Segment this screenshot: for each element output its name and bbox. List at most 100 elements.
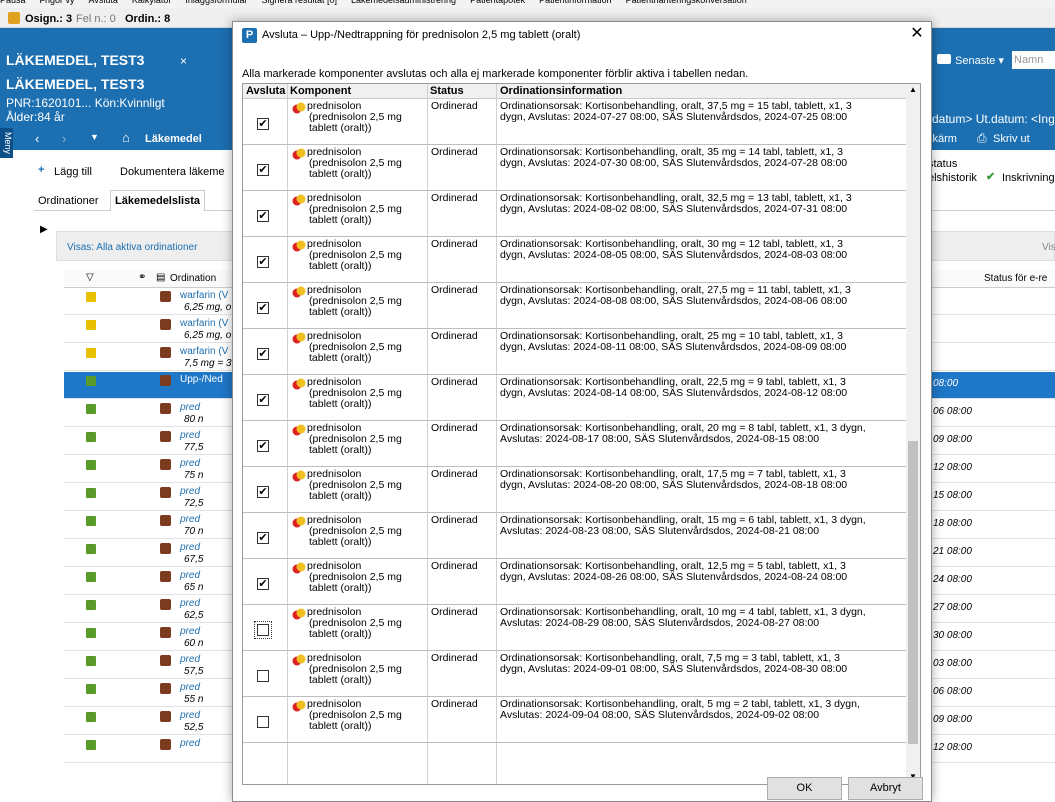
row-drug[interactable]: pred: [180, 626, 200, 637]
scrollbar-thumb[interactable]: [908, 441, 918, 744]
close-icon[interactable]: ✕: [908, 25, 926, 43]
row-dose: 65 n: [184, 582, 204, 593]
table-row[interactable]: ✔ prednisolon (prednisolon 2,5 mg tablett (…: [243, 284, 906, 329]
table-row[interactable]: prednisolon (prednisolon 2,5 mg tablett (o…: [243, 698, 906, 743]
row-drug[interactable]: warfarin (V: [180, 346, 228, 357]
print-icon[interactable]: ⎙: [977, 131, 987, 146]
top-menu-items[interactable]: Pausa Frigör vy Avsluta Kalkylator Inläggsfo…: [0, 0, 761, 5]
col-status[interactable]: Status: [430, 85, 464, 97]
row-drug[interactable]: pred: [180, 570, 200, 581]
terminate-checkbox[interactable]: ✔: [257, 118, 269, 130]
top-menu-item[interactable]: Patientinformation: [539, 0, 612, 5]
terminate-checkbox[interactable]: ✔: [257, 210, 269, 222]
order-info-text: dygn, Avslutas: 2024-07-27 08:00, SÄS Sl…: [500, 111, 848, 123]
row-drug[interactable]: warfarin (V: [180, 318, 228, 329]
trend-icon: [86, 712, 96, 722]
col-komponent[interactable]: Komponent: [290, 85, 351, 97]
row-drug[interactable]: pred: [180, 710, 200, 721]
ordin-counter[interactable]: Ordin.: 8: [125, 13, 170, 25]
row-drug[interactable]: warfarin (V: [180, 290, 228, 301]
forward-icon[interactable]: ›: [62, 131, 66, 146]
dropdown-icon[interactable]: ▼: [90, 132, 99, 142]
row-drug[interactable]: pred: [180, 458, 200, 469]
col-avsluta[interactable]: Avsluta: [246, 85, 285, 97]
terminate-checkbox[interactable]: ✔: [257, 164, 269, 176]
ok-button[interactable]: OK: [767, 777, 842, 800]
row-drug[interactable]: pred: [180, 738, 200, 749]
scroll-up-icon[interactable]: ▲: [909, 85, 917, 94]
table-row[interactable]: ✔ prednisolon (prednisolon 2,5 mg tablett (…: [243, 468, 906, 513]
top-menu-item[interactable]: Avsluta: [89, 0, 118, 5]
add-button[interactable]: Lägg till: [54, 166, 92, 178]
patient-tab-title[interactable]: LÄKEMEDEL, TEST3: [6, 52, 144, 68]
table-row[interactable]: ✔ prednisolon (prednisolon 2,5 mg tablett (…: [243, 100, 906, 145]
terminate-checkbox[interactable]: ✔: [257, 532, 269, 544]
name-search-input[interactable]: Namn: [1012, 51, 1055, 69]
side-menu[interactable]: Meny: [0, 128, 13, 158]
history-link[interactable]: elshistorik: [928, 172, 977, 184]
table-row[interactable]: ✔ prednisolon (prednisolon 2,5 mg tablett (…: [243, 192, 906, 237]
terminate-checkbox[interactable]: [257, 716, 269, 728]
component-text: tablett (oralt)): [309, 260, 372, 272]
col-ordination[interactable]: Ordination: [170, 273, 216, 284]
home-icon[interactable]: ⌂: [122, 130, 130, 145]
terminate-checkbox[interactable]: [254, 621, 272, 639]
terminate-checkbox[interactable]: [257, 670, 269, 682]
osign-counter[interactable]: Osign.: 3: [25, 13, 72, 25]
row-dose: 77,5: [184, 442, 204, 453]
terminate-checkbox[interactable]: ✔: [257, 486, 269, 498]
table-row[interactable]: ✔ prednisolon (prednisolon 2,5 mg tablett (…: [243, 376, 906, 421]
table-row[interactable]: prednisolon (prednisolon 2,5 mg tablett (o…: [243, 606, 906, 651]
top-menu-item[interactable]: Signera resultat [0]: [261, 0, 337, 5]
terminate-checkbox[interactable]: ✔: [257, 394, 269, 406]
filter-vis: Vis: [1042, 242, 1055, 253]
terminate-checkbox[interactable]: ✔: [257, 440, 269, 452]
table-row[interactable]: ✔ prednisolon (prednisolon 2,5 mg tablett (…: [243, 560, 906, 605]
expand-arrow-icon[interactable]: ▶: [40, 224, 48, 235]
table-row[interactable]: prednisolon (prednisolon 2,5 mg tablett (o…: [243, 652, 906, 697]
col-ordinationsinformation[interactable]: Ordinationsinformation: [500, 85, 622, 97]
document-button[interactable]: Dokumentera läkeme: [120, 166, 225, 178]
row-drug[interactable]: pred: [180, 598, 200, 609]
row-drug[interactable]: pred: [180, 402, 200, 413]
col-status-e[interactable]: Status för e-re: [984, 273, 1047, 284]
app-icon: P: [242, 28, 257, 43]
inskrivning-link[interactable]: Inskrivning: [1002, 172, 1055, 184]
terminate-checkbox[interactable]: ✔: [257, 302, 269, 314]
top-menu-item[interactable]: Inläggsformulär: [185, 0, 247, 5]
table-row[interactable]: ✔ prednisolon (prednisolon 2,5 mg tablett (…: [243, 238, 906, 283]
add-icon[interactable]: +: [38, 164, 44, 176]
row-drug[interactable]: pred: [180, 682, 200, 693]
top-menu-item[interactable]: Kalkylator: [132, 0, 172, 5]
tab-close-icon[interactable]: ×: [180, 54, 187, 68]
tab-lakemedelslista[interactable]: Läkemedelslista: [110, 190, 205, 211]
print-button[interactable]: Skriv ut: [993, 133, 1030, 145]
terminate-checkbox[interactable]: ✔: [257, 256, 269, 268]
terminate-checkbox[interactable]: ✔: [257, 348, 269, 360]
fel-counter[interactable]: Fel n.: 0: [76, 13, 116, 25]
top-menu-item[interactable]: Patientapotek: [470, 0, 525, 5]
table-row[interactable]: ✔ prednisolon (prednisolon 2,5 mg tablett (…: [243, 514, 906, 559]
row-drug[interactable]: pred: [180, 430, 200, 441]
row-drug[interactable]: pred: [180, 542, 200, 553]
vertical-scrollbar[interactable]: ▲ ▼: [906, 84, 920, 784]
row-drug[interactable]: pred: [180, 514, 200, 525]
table-row[interactable]: ✔ prednisolon (prednisolon 2,5 mg tablett (…: [243, 422, 906, 467]
terminate-checkbox[interactable]: ✔: [257, 578, 269, 590]
filter-text[interactable]: Visas: Alla aktiva ordinationer: [67, 242, 197, 253]
row-drug[interactable]: pred: [180, 486, 200, 497]
top-menu-item[interactable]: Frigör vy: [40, 0, 75, 5]
tab-ordinationer[interactable]: Ordinationer: [38, 195, 99, 207]
table-row[interactable]: ✔ prednisolon (prednisolon 2,5 mg tablett (…: [243, 146, 906, 191]
table-row[interactable]: ✔ prednisolon (prednisolon 2,5 mg tablett (…: [243, 330, 906, 375]
row-drug[interactable]: Upp-/Ned: [180, 374, 223, 385]
top-menu-item[interactable]: Patienthanteringskonversation: [626, 0, 747, 5]
filter-icon[interactable]: ▽: [86, 272, 94, 283]
top-menu-item[interactable]: Pausa: [0, 0, 26, 5]
top-menu-item[interactable]: Läkemedelsadministrering: [351, 0, 456, 5]
row-drug[interactable]: pred: [180, 654, 200, 665]
cancel-button[interactable]: Avbryt: [848, 777, 923, 800]
pill-icon: [292, 286, 306, 298]
recent-dropdown[interactable]: Senaste ▾: [955, 54, 1004, 67]
back-icon[interactable]: ‹: [35, 131, 39, 146]
